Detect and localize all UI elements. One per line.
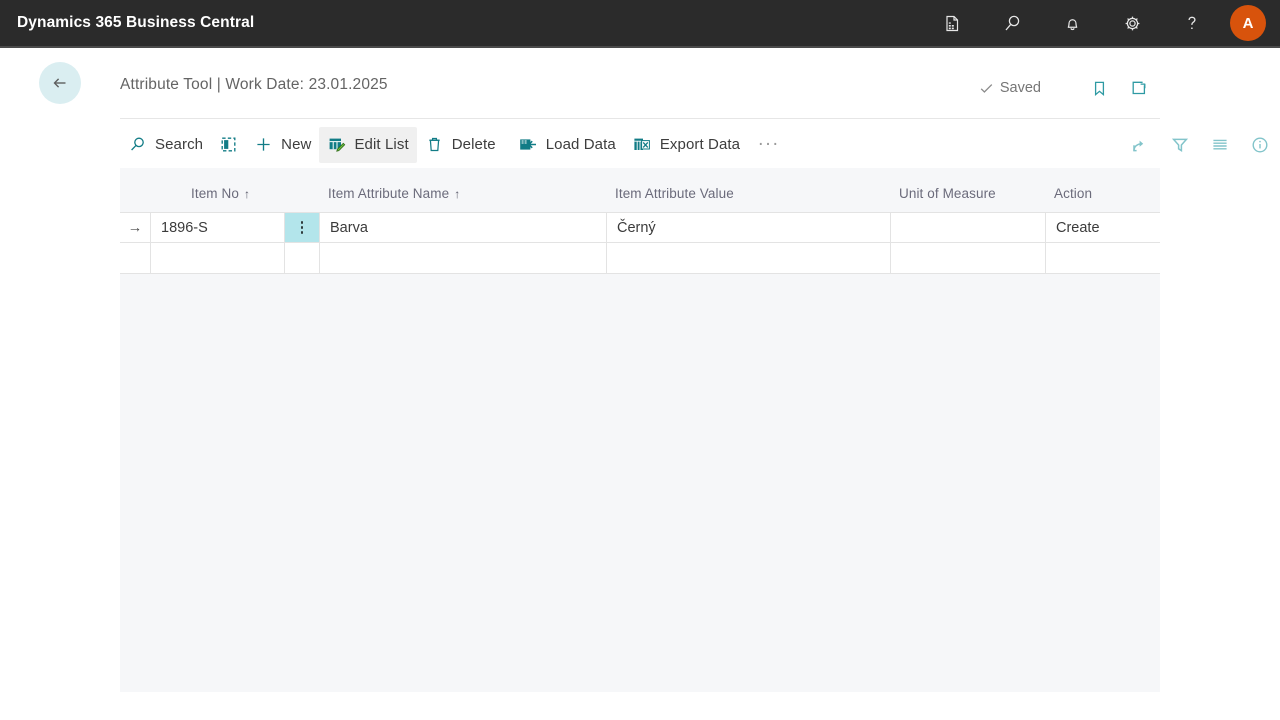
row-options-icon[interactable] [285,243,320,273]
search-icon [128,135,147,154]
grid-header-item-no[interactable]: Item No ↑ [151,186,285,212]
row-indicator: → [120,213,151,242]
toolbar-right-actions [1100,122,1280,167]
list-lines-icon[interactable] [1200,127,1240,163]
new-button[interactable]: New [246,127,319,163]
info-icon[interactable] [1240,127,1280,163]
cell-action[interactable] [1046,243,1160,273]
page-header: Attribute Tool | Work Date: 23.01.2025 S… [0,48,1280,118]
grid-header-item-attribute-value-label: Item Attribute Value [615,186,734,201]
status-badge-label: Saved [1000,80,1041,96]
search-button[interactable]: Search [120,127,211,163]
factbox-pane-icon [219,135,238,154]
filter-icon[interactable] [1160,127,1200,163]
row-options-icon[interactable] [285,213,320,242]
cell-action[interactable]: Create [1046,213,1160,242]
export-excel-icon [632,135,652,154]
command-toolbar: Search New Edit List [120,122,1160,167]
edit-list-button[interactable]: Edit List [319,127,416,163]
row-indicator [120,243,151,273]
edit-list-button-label: Edit List [354,136,408,153]
cell-item-attribute-value[interactable]: Černý [607,213,891,242]
sort-ascending-icon: ↑ [454,187,460,201]
gear-icon[interactable] [1102,0,1162,46]
grid-header-action[interactable]: Action [1046,186,1160,212]
cell-item-no[interactable] [151,243,285,273]
load-data-button-label: Load Data [546,136,616,153]
cell-item-attribute-name[interactable] [320,243,607,273]
export-data-button-label: Export Data [660,136,740,153]
grid-header-unit-of-measure[interactable]: Unit of Measure [891,186,1046,212]
vertical-dots-icon [301,221,304,234]
grid-header-item-attribute-name-label: Item Attribute Name [328,186,449,201]
grid-header-unit-of-measure-label: Unit of Measure [899,186,996,201]
delete-button[interactable]: Delete [417,127,504,163]
plus-icon [254,135,273,154]
toggle-factbox-button[interactable] [211,127,246,163]
back-button[interactable] [39,62,81,104]
open-in-new-window-icon[interactable] [1119,74,1159,102]
search-button-label: Search [155,136,203,153]
avatar[interactable]: A [1230,5,1266,41]
cell-unit-of-measure[interactable] [891,243,1046,273]
grid-header-row: Item No ↑ Item Attribute Name ↑ Item Att… [120,168,1160,212]
page-title: Attribute Tool | Work Date: 23.01.2025 [120,76,388,94]
trash-icon [425,135,444,154]
app-bar-actions: A [922,0,1270,46]
new-button-label: New [281,136,311,153]
sort-ascending-icon: ↑ [244,187,250,201]
grid-header-action-label: Action [1054,186,1092,201]
help-icon[interactable] [1162,0,1222,46]
bookmark-icon[interactable] [1079,74,1119,102]
edit-list-icon [327,135,346,154]
toolbar-divider [120,118,1160,119]
cell-item-attribute-name[interactable]: Barva [320,213,607,242]
load-data-icon [518,135,538,154]
content-panel: Item No ↑ Item Attribute Name ↑ Item Att… [120,168,1160,692]
app-title: Dynamics 365 Business Central [17,14,254,32]
page-header-actions: Saved [979,74,1159,102]
table-row[interactable] [120,243,1160,274]
grid-header-item-attribute-name[interactable]: Item Attribute Name ↑ [320,186,607,212]
cell-item-no[interactable]: 1896-S [151,213,285,242]
search-icon[interactable] [982,0,1042,46]
cell-item-attribute-value[interactable] [607,243,891,273]
company-document-icon[interactable] [922,0,982,46]
export-data-button[interactable]: Export Data [624,127,748,163]
bell-icon[interactable] [1042,0,1102,46]
grid-header-item-attribute-value[interactable]: Item Attribute Value [607,186,891,212]
toolbar-overflow-button[interactable]: ... [748,127,790,163]
status-badge: Saved [979,80,1041,96]
grid-header-item-no-label: Item No [191,186,239,201]
table-row[interactable]: → 1896-S Barva Černý Create [120,212,1160,243]
load-data-button[interactable]: Load Data [510,127,624,163]
delete-button-label: Delete [452,136,496,153]
attribute-grid: Item No ↑ Item Attribute Name ↑ Item Att… [120,168,1160,274]
cell-unit-of-measure[interactable] [891,213,1046,242]
app-bar: Dynamics 365 Business Central [0,0,1280,46]
share-icon[interactable] [1120,127,1160,163]
